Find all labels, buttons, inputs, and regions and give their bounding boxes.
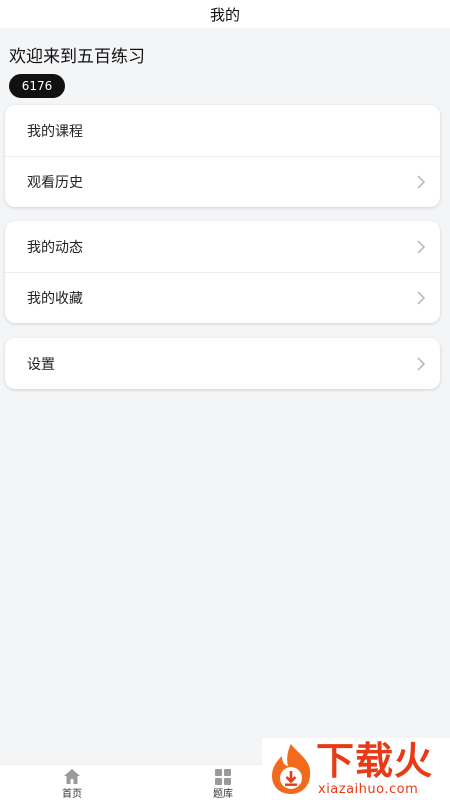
nav-home-label: 首页: [62, 789, 82, 800]
menu-card-3: 设置: [5, 338, 440, 389]
nav-questions-label: 题库: [213, 789, 233, 800]
watermark: 下载火 xiazaihuo.com: [262, 738, 450, 800]
nav-questions[interactable]: 题库: [193, 768, 253, 800]
menu-card-2: 我的动态 我的收藏: [5, 221, 440, 323]
chevron-right-icon: [416, 175, 426, 189]
grid-icon: [215, 768, 231, 785]
menu-item-label: 我的课程: [27, 123, 83, 140]
user-id-badge: 6176: [9, 74, 65, 98]
menu-card-1: 我的课程 观看历史: [5, 105, 440, 207]
top-bar: 我的: [0, 0, 450, 28]
menu-item-label: 观看历史: [27, 175, 83, 191]
nav-home[interactable]: 首页: [42, 768, 102, 800]
page-title: 我的: [209, 5, 240, 24]
user-id-value: 6176: [21, 79, 53, 93]
flame-logo-icon: [268, 742, 314, 800]
menu-item-label: 设置: [27, 356, 55, 373]
menu-item-label: 我的动态: [27, 239, 83, 256]
menu-item-my-favorites[interactable]: 我的收藏: [5, 272, 440, 323]
menu-item-settings[interactable]: 设置: [5, 338, 440, 389]
home-icon: [64, 768, 80, 785]
welcome-text: 欢迎来到五百练习: [9, 47, 145, 67]
chevron-right-icon: [416, 291, 426, 305]
menu-item-my-courses[interactable]: 我的课程: [5, 105, 440, 156]
chevron-right-icon: [416, 239, 426, 254]
watermark-site: xiazaihuo.com: [318, 782, 419, 797]
watermark-brand: 下载火: [316, 739, 434, 783]
menu-item-my-activity[interactable]: 我的动态: [5, 221, 440, 272]
chevron-right-icon: [416, 356, 426, 371]
menu-item-watch-history[interactable]: 观看历史: [5, 156, 440, 207]
menu-item-label: 我的收藏: [27, 291, 83, 307]
